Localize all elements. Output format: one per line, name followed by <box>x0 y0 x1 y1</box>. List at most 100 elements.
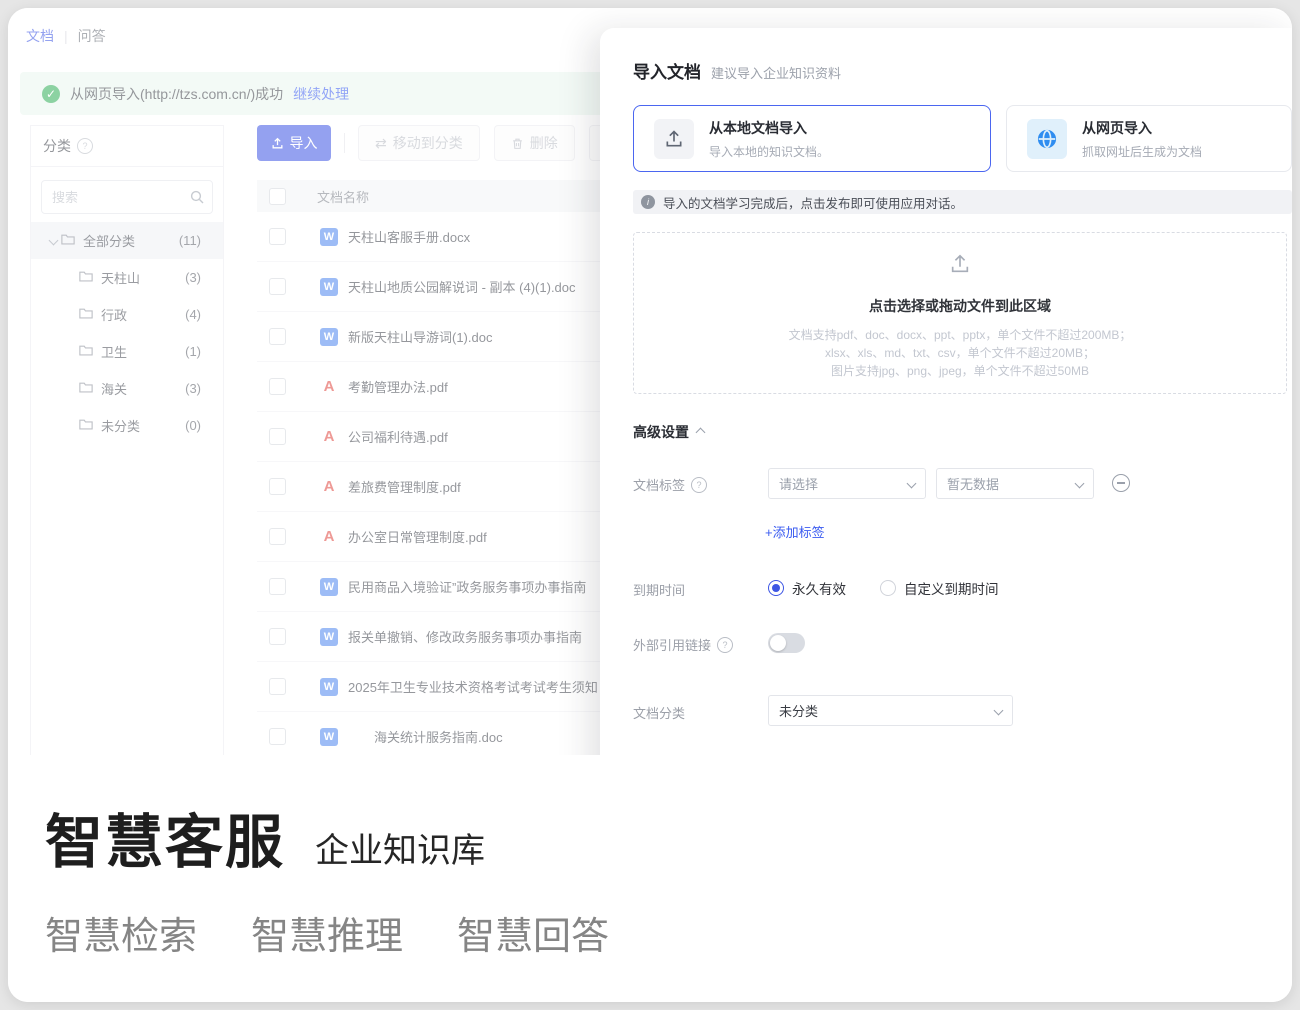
tab-qa[interactable]: 问答 <box>78 26 106 46</box>
word-file-icon: W <box>320 578 338 596</box>
sidebar-item-category[interactable]: 卫生(1) <box>31 333 223 370</box>
external-link-toggle[interactable] <box>768 633 805 653</box>
doc-category-select[interactable]: 未分类 <box>768 695 1013 726</box>
folder-icon <box>79 381 93 396</box>
move-icon: ⇄ <box>375 135 387 152</box>
category-count: (3) <box>185 270 201 285</box>
row-checkbox[interactable] <box>269 378 286 395</box>
pdf-file-icon: A <box>320 378 338 396</box>
top-tabs: 文档 | 问答 <box>26 26 106 46</box>
upload-icon <box>634 253 1286 280</box>
row-checkbox[interactable] <box>269 728 286 745</box>
category-label: 全部分类 <box>83 231 135 250</box>
success-message: 从网页导入(http://tzs.com.cn/)成功 <box>70 84 283 104</box>
document-name: 天柱山客服手册.docx <box>348 227 470 246</box>
row-checkbox[interactable] <box>269 528 286 545</box>
local-card-title: 从本地文档导入 <box>709 118 829 138</box>
dropzone-hints: 文档支持pdf、doc、docx、ppt、pptx，单个文件不超过200MB；x… <box>634 326 1286 380</box>
move-to-category-button[interactable]: ⇄ 移动到分类 <box>358 125 480 161</box>
toolbar-divider <box>344 133 345 153</box>
search-input[interactable] <box>50 189 190 206</box>
continue-link[interactable]: 继续处理 <box>293 84 349 104</box>
category-label: 海关 <box>101 379 127 398</box>
document-name: 公司福利待遇.pdf <box>348 427 448 446</box>
category-search[interactable] <box>41 180 213 214</box>
word-file-icon: W <box>320 678 338 696</box>
import-button[interactable]: 导入 <box>257 125 331 161</box>
import-source-cards: 从本地文档导入 导入本地的知识文档。 从网页导入 抓取网址后生成为文档 <box>633 105 1292 172</box>
notice-text: 导入的文档学习完成后，点击发布即可使用应用对话。 <box>663 193 963 212</box>
row-checkbox[interactable] <box>269 478 286 495</box>
category-sidebar: 分类 全部分类 (11) 天柱山(3)行政(4)卫生(1) 海关 (3) 未分类(0) <box>30 125 224 755</box>
row-checkbox[interactable] <box>269 328 286 345</box>
sidebar-item-category[interactable]: 全部分类 (11) <box>31 222 223 259</box>
tag-key-select[interactable]: 请选择 <box>768 468 926 499</box>
row-checkbox[interactable] <box>269 428 286 445</box>
sidebar-item-category[interactable]: 海关 (3) <box>31 370 223 407</box>
hero-tagline: 智慧推理 <box>251 905 403 960</box>
modal-subtitle: 建议导入企业知识资料 <box>711 63 841 82</box>
delete-button[interactable]: 删除 <box>494 125 575 161</box>
word-file-icon: W <box>320 278 338 296</box>
category-count: (4) <box>185 307 201 322</box>
chevron-down-icon <box>48 236 58 246</box>
sidebar-item-category[interactable]: 未分类(0) <box>31 407 223 444</box>
row-checkbox[interactable] <box>269 628 286 645</box>
tag-value-select[interactable]: 暂无数据 <box>936 468 1094 499</box>
word-file-icon: W <box>320 228 338 246</box>
folder-icon <box>79 418 93 433</box>
web-import-card[interactable]: 从网页导入 抓取网址后生成为文档 <box>1006 105 1292 172</box>
word-file-icon: W <box>320 328 338 346</box>
help-icon <box>77 138 93 154</box>
hero-tagline: 智慧回答 <box>457 905 609 960</box>
category-count: (3) <box>185 381 201 396</box>
select-all-checkbox[interactable] <box>269 188 286 205</box>
name-column-header: 文档名称 <box>317 187 369 206</box>
document-name: 办公室日常管理制度.pdf <box>348 527 487 546</box>
custom-expire-option-label: 自定义到期时间 <box>904 578 999 598</box>
search-icon <box>190 190 204 204</box>
category-count: (11) <box>179 233 201 248</box>
app-window: 文档 | 问答 从网页导入(http://tzs.com.cn/)成功 继续处理… <box>8 8 1292 1002</box>
pdf-file-icon: A <box>320 528 338 546</box>
advanced-settings-toggle[interactable]: 高级设置 <box>633 422 704 442</box>
sidebar-item-category[interactable]: 天柱山(3) <box>31 259 223 296</box>
document-name: 天柱山地质公园解说词 - 副本 (4)(1).doc <box>348 277 576 296</box>
modal-title: 导入文档 <box>633 58 701 83</box>
tab-separator: | <box>64 28 68 44</box>
upload-icon <box>271 137 284 150</box>
permanent-option-label: 永久有效 <box>792 578 846 598</box>
chevron-up-icon <box>696 427 706 437</box>
help-icon <box>717 637 733 653</box>
radio-permanent[interactable] <box>768 580 784 596</box>
sidebar-header: 分类 <box>31 126 223 167</box>
tab-documents[interactable]: 文档 <box>26 26 54 46</box>
document-name: 海关统计服务指南.doc <box>374 727 503 746</box>
folder-icon <box>79 270 93 285</box>
external-link-label: 外部引用链接 <box>633 635 733 654</box>
row-checkbox[interactable] <box>269 228 286 245</box>
modal-header: 导入文档 建议导入企业知识资料 <box>633 58 841 83</box>
category-tree: 全部分类 (11) 天柱山(3)行政(4)卫生(1) 海关 (3) 未分类(0) <box>31 222 223 444</box>
row-checkbox[interactable] <box>269 278 286 295</box>
add-tag-link[interactable]: +添加标签 <box>765 522 825 541</box>
radio-custom-expire[interactable] <box>880 580 896 596</box>
word-file-icon: W <box>320 628 338 646</box>
document-name: 2025年卫生专业技术资格考试考试考生须知 <box>348 677 598 696</box>
hero-title: 智慧客服 <box>45 795 285 879</box>
sidebar-item-category[interactable]: 行政(4) <box>31 296 223 333</box>
row-checkbox[interactable] <box>269 578 286 595</box>
local-import-card[interactable]: 从本地文档导入 导入本地的知识文档。 <box>633 105 991 172</box>
doc-tag-label: 文档标签 <box>633 475 707 494</box>
document-name: 考勤管理办法.pdf <box>348 377 448 396</box>
file-dropzone[interactable]: 点击选择或拖动文件到此区域 文档支持pdf、doc、docx、ppt、pptx，… <box>633 232 1287 394</box>
chevron-down-icon <box>1075 479 1085 489</box>
expire-options: 永久有效 自定义到期时间 <box>768 578 999 598</box>
pdf-file-icon: A <box>320 478 338 496</box>
help-icon <box>691 477 707 493</box>
category-label: 卫生 <box>101 342 127 361</box>
pdf-file-icon: A <box>320 428 338 446</box>
dropzone-hint-line: 文档支持pdf、doc、docx、ppt、pptx，单个文件不超过200MB； <box>634 326 1286 344</box>
remove-tag-icon[interactable] <box>1112 474 1130 492</box>
row-checkbox[interactable] <box>269 678 286 695</box>
